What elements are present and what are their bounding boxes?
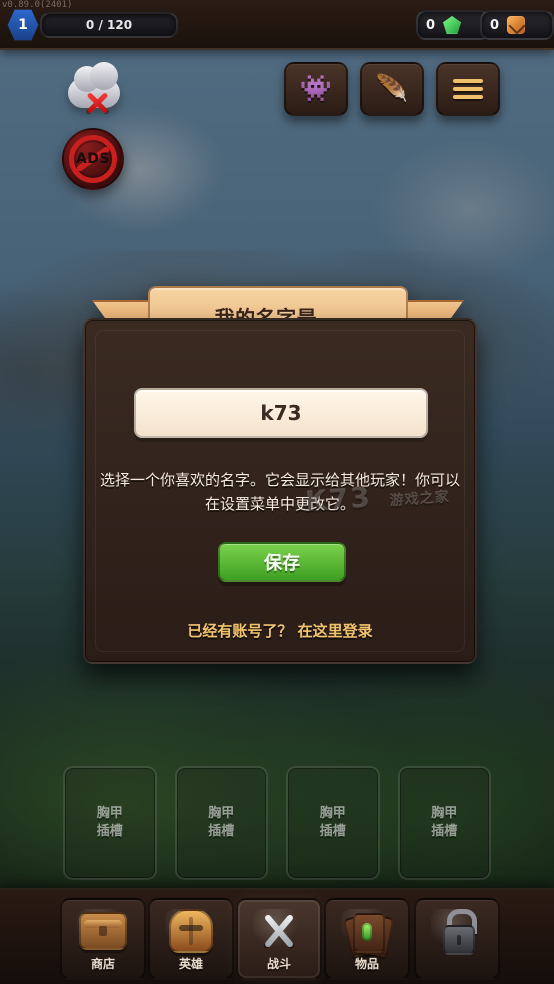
items-icon bbox=[341, 909, 395, 959]
armor-slot-label-line2: 插槽 bbox=[319, 824, 346, 839]
armor-slot-label: 胸甲 插槽 bbox=[97, 805, 123, 841]
name-dialog: k73 选择一个你喜欢的名字。它会显示给其他玩家！你可以在设置菜单中更改它。 保… bbox=[83, 318, 477, 664]
armor-slot-label-line1: 胸甲 bbox=[431, 806, 458, 821]
tab-heroes[interactable]: 英雄 bbox=[148, 898, 234, 980]
login-prompt: 已经有账号了？ 在这里登录 bbox=[85, 620, 475, 641]
armor-slot-label-line2: 插槽 bbox=[431, 824, 458, 839]
login-prefix: 已经有账号了？ bbox=[187, 622, 293, 640]
chest-icon bbox=[79, 912, 127, 950]
armor-slot-label-line2: 插槽 bbox=[96, 824, 123, 839]
armor-slot-label-line2: 插槽 bbox=[208, 824, 235, 839]
helmet-icon bbox=[169, 909, 213, 953]
tab-battle-label: 战斗 bbox=[266, 957, 291, 971]
battle-icon bbox=[253, 909, 305, 953]
level-number: 1 bbox=[18, 17, 28, 33]
cloud-sync-disabled-button[interactable] bbox=[62, 62, 126, 120]
menu-button[interactable] bbox=[436, 62, 500, 116]
bottom-navigation: 商店 英雄 战斗 物品 bbox=[0, 888, 554, 984]
tab-locked[interactable] bbox=[414, 898, 500, 980]
tab-items-label: 物品 bbox=[354, 957, 379, 971]
gems-counter[interactable]: 0 bbox=[416, 10, 490, 40]
discord-icon: 👾 bbox=[299, 74, 333, 104]
armor-slot-label: 胸甲 插槽 bbox=[320, 805, 346, 841]
discord-button[interactable]: 👾 bbox=[284, 62, 348, 116]
armor-slot-label-line1: 胸甲 bbox=[96, 806, 123, 821]
no-ads-button[interactable]: ADS bbox=[62, 128, 124, 190]
potion-icon bbox=[362, 923, 372, 941]
horns-count: 0 bbox=[490, 17, 500, 33]
tab-shop[interactable]: 商店 bbox=[60, 898, 146, 980]
armor-slots: 胸甲 插槽 胸甲 插槽 胸甲 插槽 胸甲 插槽 bbox=[63, 766, 491, 880]
login-link[interactable]: 在这里登录 bbox=[298, 622, 373, 640]
horns-counter[interactable]: 0 bbox=[480, 10, 554, 40]
feather-button[interactable]: 🪶 bbox=[360, 62, 424, 116]
level-badge[interactable]: 1 bbox=[7, 9, 39, 41]
tab-battle[interactable]: 战斗 bbox=[236, 898, 322, 980]
tab-shop-label: 商店 bbox=[90, 957, 115, 971]
name-input[interactable]: k73 bbox=[134, 388, 428, 438]
version-text: v0.89.0(2401) bbox=[2, 0, 73, 10]
armor-slot[interactable]: 胸甲 插槽 bbox=[397, 766, 491, 880]
dialog-description: 选择一个你喜欢的名字。它会显示给其他玩家！你可以在设置菜单中更改它。 bbox=[99, 471, 460, 513]
armor-slot-label-line1: 胸甲 bbox=[208, 806, 235, 821]
armor-slot-label: 胸甲 插槽 bbox=[431, 805, 457, 841]
armor-slot-label-line1: 胸甲 bbox=[319, 806, 346, 821]
tab-items[interactable]: 物品 bbox=[324, 898, 410, 980]
heroes-icon bbox=[165, 909, 217, 953]
cards-icon bbox=[342, 911, 395, 959]
gem-icon bbox=[443, 16, 462, 34]
menu-icon bbox=[453, 79, 483, 99]
horn-icon bbox=[507, 16, 526, 34]
save-button[interactable]: 保存 bbox=[218, 542, 346, 582]
crossed-swords-icon bbox=[256, 908, 302, 954]
lock-icon bbox=[437, 909, 477, 955]
gems-count: 0 bbox=[426, 17, 436, 33]
feather-icon: 🪶 bbox=[375, 74, 409, 104]
armor-slot[interactable]: 胸甲 插槽 bbox=[286, 766, 380, 880]
shop-icon bbox=[77, 909, 129, 953]
tab-heroes-label: 英雄 bbox=[178, 957, 203, 971]
armor-slot[interactable]: 胸甲 插槽 bbox=[63, 766, 157, 880]
top-bar: v0.89.0(2401) 1 0 / 120 0 0 bbox=[0, 0, 554, 50]
armor-slot-label: 胸甲 插槽 bbox=[208, 805, 234, 841]
no-ads-text: ADS bbox=[75, 151, 111, 167]
lock-icon-wrapper bbox=[431, 909, 483, 955]
xp-text: 0 / 120 bbox=[85, 18, 133, 32]
armor-slot[interactable]: 胸甲 插槽 bbox=[174, 766, 268, 880]
xp-bar: 0 / 120 bbox=[40, 12, 178, 38]
close-icon bbox=[84, 90, 110, 116]
